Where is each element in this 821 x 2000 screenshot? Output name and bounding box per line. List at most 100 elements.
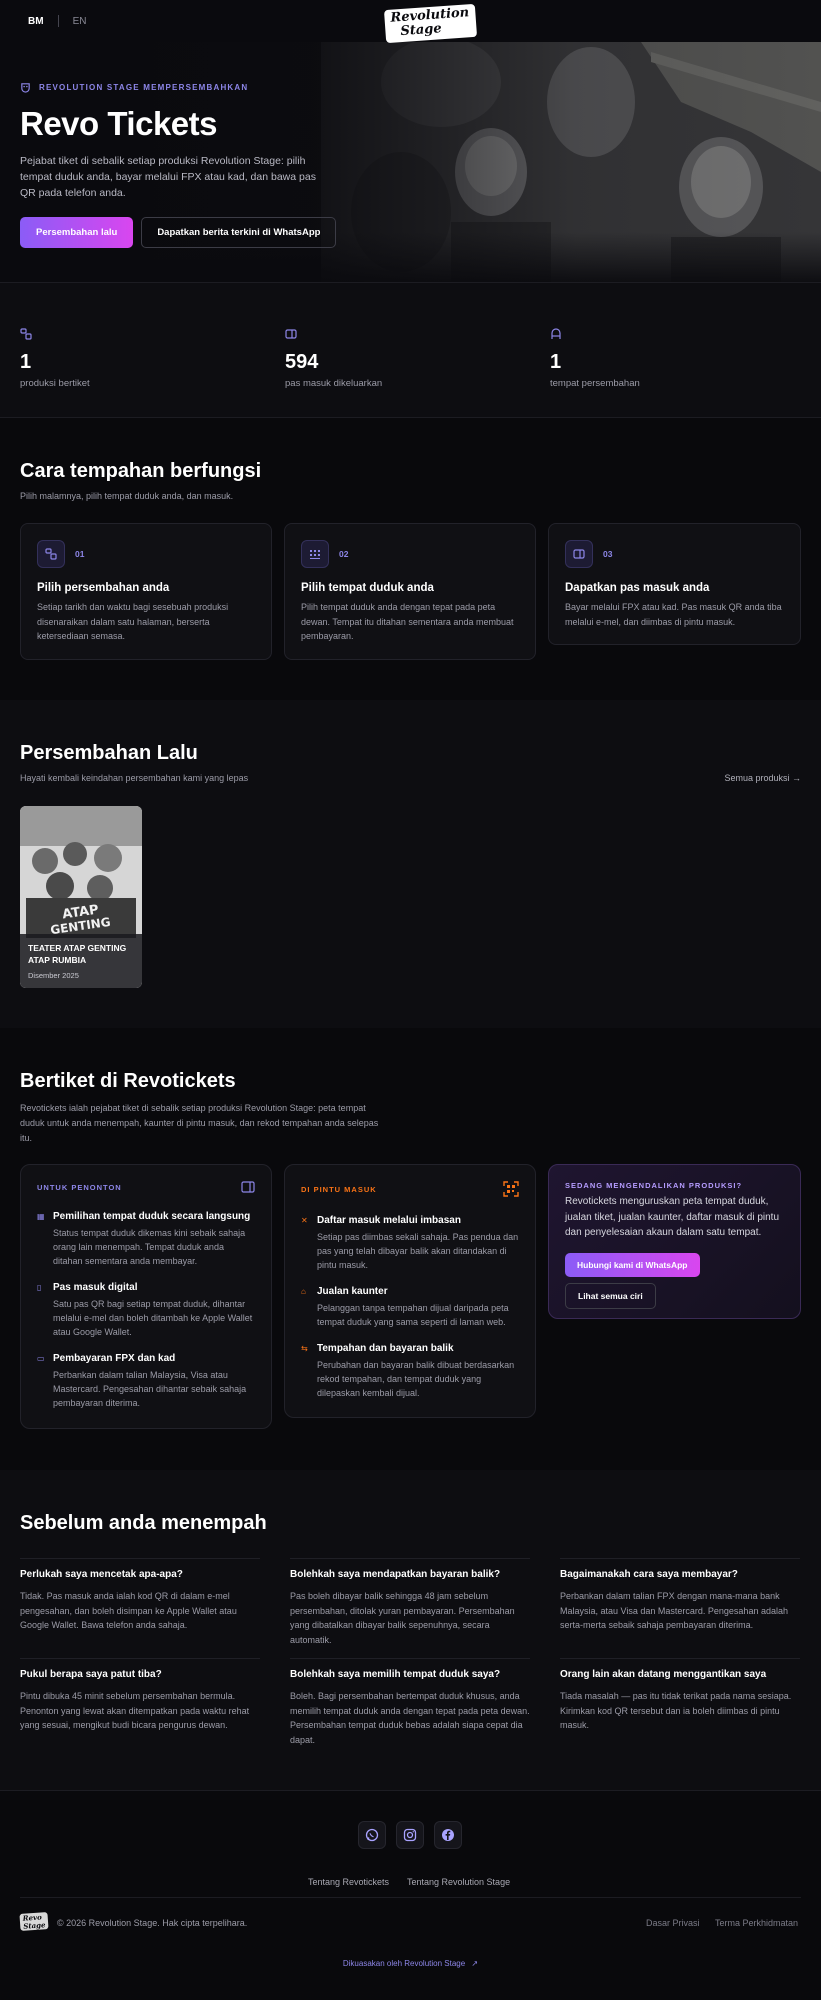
feature-text: Setiap pas diimbas sekali sahaja. Pas pe… bbox=[317, 1232, 519, 1270]
feature-title: Jualan kaunter bbox=[317, 1286, 388, 1297]
feature-item: ▭ Pembayaran FPX dan kad Perbankan dalam … bbox=[37, 1353, 255, 1410]
stat-venues: 1 tempat persembahan bbox=[550, 327, 640, 389]
feature-text: Perbankan dalam talian Malaysia, Visa at… bbox=[53, 1370, 247, 1408]
hero-title: Revo Tickets bbox=[20, 105, 218, 142]
qr-scan-icon bbox=[503, 1181, 519, 1197]
instagram-icon[interactable] bbox=[396, 1821, 424, 1849]
refund-icon: ⇆ bbox=[301, 1344, 308, 1353]
contact-whatsapp-button[interactable]: Hubungi kami di WhatsApp bbox=[565, 1252, 700, 1277]
pass-icon bbox=[241, 1181, 255, 1193]
feature-item: ⌂ Jualan kaunter Pelanggan tanpa tempahan… bbox=[301, 1286, 519, 1329]
about-revotickets-section: Bertiket di Revotickets Revotickets iala… bbox=[0, 1028, 821, 1470]
past-shows-button[interactable]: Persembahan lalu bbox=[20, 217, 134, 248]
pass-icon: ▯ bbox=[37, 1283, 42, 1292]
hero-eyebrow-text: REVOLUTION STAGE MEMPERSEMBAHKAN bbox=[39, 83, 249, 92]
door-card: DI PINTU MASUK ✕ Daftar masuk melalui im… bbox=[284, 1164, 536, 1418]
step-text: Setiap tarikh dan waktu bagi sesebuah pr… bbox=[37, 602, 229, 641]
step-card-3: 03 Dapatkan pas masuk anda Bayar melalui… bbox=[548, 523, 801, 645]
powered-by-text: Dikuasakan oleh Revolution Stage bbox=[342, 1959, 466, 1968]
stat-value: 1 bbox=[20, 351, 32, 373]
how-title: Cara tempahan berfungsi bbox=[20, 460, 262, 482]
show-card[interactable]: ATAP GENTING TEATER ATAP GENTING ATAP RU… bbox=[20, 806, 142, 988]
step-text: Pilih tempat duduk anda dengan tepat pad… bbox=[301, 602, 514, 641]
pass-icon bbox=[285, 329, 297, 339]
feature-title: Daftar masuk melalui imbasan bbox=[317, 1215, 461, 1226]
stat-value: 594 bbox=[285, 351, 319, 373]
faq-answer: Tidak. Pas masuk anda ialah kod QR di da… bbox=[20, 1591, 237, 1630]
stats-section: 1 produksi bertiket 594 pas masuk dikelu… bbox=[0, 282, 821, 418]
faq-item: Pukul berapa saya patut tiba? Pintu dibuk… bbox=[20, 1658, 260, 1733]
feature-title: Pembayaran FPX dan kad bbox=[53, 1353, 176, 1364]
ticket-icon bbox=[20, 328, 32, 340]
external-link-icon: ↗ bbox=[471, 1959, 479, 1968]
card-payment-icon: ▭ bbox=[37, 1354, 45, 1363]
whatsapp-icon[interactable] bbox=[358, 1821, 386, 1849]
see-all-features-button[interactable]: Lihat semua ciri bbox=[565, 1282, 656, 1309]
stat-label: tempat persembahan bbox=[550, 378, 640, 389]
faq-item: Perlukah saya mencetak apa-apa? Tidak. Pa… bbox=[20, 1558, 260, 1633]
show-date: Disember 2025 bbox=[28, 971, 79, 980]
terms-link[interactable]: Terma Perkhidmatan bbox=[715, 1918, 798, 1928]
step-text: Bayar melalui FPX atau kad. Pas masuk QR… bbox=[565, 602, 782, 627]
faq-question: Bolehkah saya mendapatkan bayaran balik? bbox=[290, 1569, 501, 1580]
all-productions-link[interactable]: Semua produksi → bbox=[724, 773, 801, 783]
how-subtitle: Pilih malamnya, pilih tempat duduk anda,… bbox=[20, 491, 234, 501]
stat-value: 1 bbox=[550, 351, 562, 373]
copyright: © 2026 Revolution Stage. Hak cipta terpe… bbox=[57, 1918, 248, 1928]
hero-section: REVOLUTION STAGE MEMPERSEMBAHKAN Revo Ti… bbox=[0, 42, 821, 282]
powered-by[interactable]: Dikuasakan oleh Revolution Stage ↗ bbox=[0, 1959, 821, 1968]
counter-icon: ⌂ bbox=[301, 1287, 306, 1296]
producer-label: SEDANG MENGENDALIKAN PRODUKSI? bbox=[565, 1181, 743, 1190]
feature-text: Perubahan dan bayaran balik dibuat berda… bbox=[317, 1360, 515, 1398]
faq-answer: Pintu dibuka 45 minit sebelum persembaha… bbox=[20, 1691, 250, 1730]
lang-en-toggle[interactable]: EN bbox=[73, 16, 87, 27]
hero-content: REVOLUTION STAGE MEMPERSEMBAHKAN Revo Ti… bbox=[20, 82, 350, 248]
show-title: TEATER ATAP GENTING ATAP RUMBIA bbox=[28, 943, 127, 965]
audience-label: UNTUK PENONTON bbox=[37, 1182, 122, 1192]
bertiket-title: Bertiket di Revotickets bbox=[20, 1070, 236, 1092]
faq-question: Bolehkah saya memilih tempat duduk saya? bbox=[290, 1669, 501, 1680]
door-label: DI PINTU MASUK bbox=[301, 1184, 377, 1194]
footer-logo[interactable]: Revo Stage bbox=[19, 1912, 49, 1932]
step-number: 03 bbox=[603, 549, 613, 559]
step-title: Pilih persembahan anda bbox=[37, 582, 170, 594]
stat-label: produksi bertiket bbox=[20, 378, 90, 389]
past-shows-section: Persembahan Lalu Hayati kembali keindaha… bbox=[0, 700, 821, 1028]
faq-question: Perlukah saya mencetak apa-apa? bbox=[20, 1569, 183, 1580]
faq-question: Bagaimanakah cara saya membayar? bbox=[560, 1569, 738, 1580]
about-revotickets-link[interactable]: Tentang Revotickets bbox=[308, 1877, 389, 1887]
producer-text: Revotickets menguruskan peta tempat dudu… bbox=[565, 1196, 780, 1238]
audience-card: UNTUK PENONTON ▦ Pemilihan tempat duduk … bbox=[20, 1164, 272, 1429]
footer-divider bbox=[20, 1897, 801, 1898]
bertiket-subtitle: Revotickets ialah pejabat tiket di sebal… bbox=[20, 1103, 379, 1143]
brand-logo[interactable]: Revolution Stage bbox=[383, 3, 477, 43]
feature-text: Pelanggan tanpa tempahan dijual daripada… bbox=[317, 1303, 509, 1327]
whatsapp-updates-button[interactable]: Dapatkan berita terkini di WhatsApp bbox=[141, 217, 337, 248]
privacy-link[interactable]: Dasar Privasi bbox=[646, 1918, 700, 1928]
faq-answer: Perbankan dalam talian FPX dengan mana-m… bbox=[560, 1591, 788, 1630]
hero-subtitle: Pejabat tiket di sebalik setiap produksi… bbox=[20, 155, 316, 199]
seat-grid-icon bbox=[301, 540, 329, 568]
past-subtitle: Hayati kembali keindahan persembahan kam… bbox=[20, 773, 249, 783]
stat-label: pas masuk dikeluarkan bbox=[285, 378, 383, 389]
faq-section: Sebelum anda menempah Perlukah saya menc… bbox=[0, 1470, 821, 1790]
scan-icon: ✕ bbox=[301, 1216, 308, 1225]
feature-item: ▯ Pas masuk digital Satu pas QR bagi seti… bbox=[37, 1282, 255, 1339]
ticket-icon bbox=[37, 540, 65, 568]
top-bar: BM EN Revolution Stage bbox=[0, 0, 821, 43]
feature-text: Status tempat duduk dikemas kini sebaik … bbox=[53, 1228, 246, 1266]
faq-item: Bolehkah saya memilih tempat duduk saya?… bbox=[290, 1658, 530, 1747]
faq-title: Sebelum anda menempah bbox=[20, 1512, 267, 1534]
feature-item: ✕ Daftar masuk melalui imbasan Setiap pas… bbox=[301, 1215, 519, 1272]
how-it-works-section: Cara tempahan berfungsi Pilih malamnya, … bbox=[0, 418, 821, 698]
footer: Tentang Revotickets Tentang Revolution S… bbox=[0, 1790, 821, 2000]
pass-icon bbox=[565, 540, 593, 568]
facebook-icon[interactable] bbox=[434, 1821, 462, 1849]
feature-title: Tempahan dan bayaran balik bbox=[317, 1343, 454, 1354]
faq-item: Bolehkah saya mendapatkan bayaran balik?… bbox=[290, 1558, 530, 1647]
about-revolution-stage-link[interactable]: Tentang Revolution Stage bbox=[407, 1877, 510, 1887]
lang-bm-toggle[interactable]: BM bbox=[28, 16, 44, 27]
feature-text: Satu pas QR bagi setiap tempat duduk, di… bbox=[53, 1299, 253, 1337]
faq-answer: Pas boleh dibayar balik sehingga 48 jam … bbox=[290, 1591, 515, 1645]
feature-item: ▦ Pemilihan tempat duduk secara langsung… bbox=[37, 1211, 255, 1268]
